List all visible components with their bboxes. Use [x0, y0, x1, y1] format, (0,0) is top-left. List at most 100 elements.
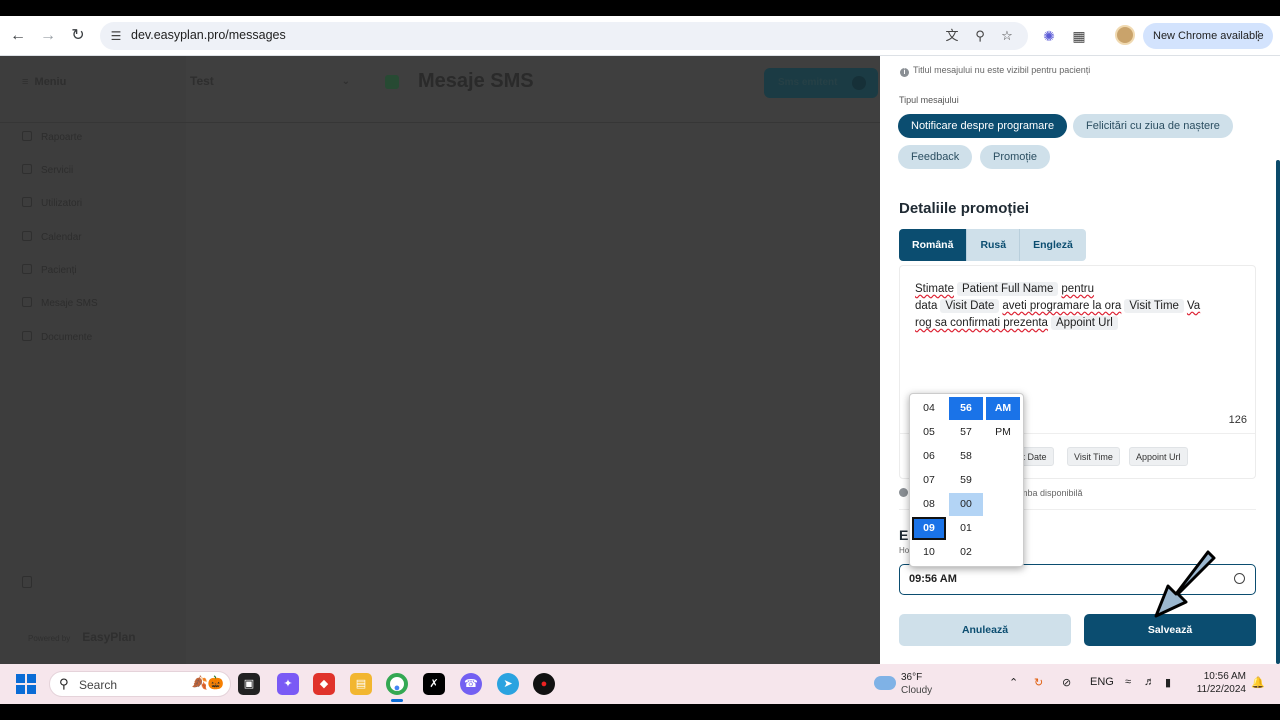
battery-icon[interactable]: ▮ — [1165, 676, 1171, 689]
sync-icon[interactable]: ↻ — [1034, 676, 1043, 689]
extension-spark-icon[interactable]: ✺ — [1038, 25, 1060, 47]
minute-option-hovered[interactable]: 00 — [949, 493, 983, 516]
minute-option[interactable]: 01 — [949, 517, 983, 540]
clock-icon[interactable] — [1234, 573, 1245, 584]
tab-english[interactable]: Engleză — [1020, 229, 1086, 261]
weather-widget[interactable]: 36°F Cloudy — [874, 670, 944, 698]
volume-muted-icon[interactable]: ♬ — [1144, 676, 1155, 688]
section-title: Detaliile promoției — [899, 200, 1030, 217]
page-title: Mesaje SMS — [418, 70, 534, 92]
more-menu-icon[interactable]: ⋮ — [1252, 23, 1265, 49]
type-chip-promotion[interactable]: Promoție — [980, 145, 1051, 169]
minute-option[interactable]: 58 — [949, 445, 983, 468]
minute-option[interactable]: 02 — [949, 541, 983, 564]
variable-tag[interactable]: Appoint Url — [1050, 316, 1118, 330]
hour-option[interactable]: 08 — [912, 493, 946, 516]
task-view-icon[interactable]: ▣ — [238, 673, 260, 695]
recorder-icon[interactable]: ● — [533, 673, 555, 695]
sidebar-item-patients[interactable]: Pacienți — [22, 264, 77, 276]
time-picker-popup: 04 05 06 07 08 09 10 56 57 58 59 00 01 0… — [909, 393, 1024, 567]
panel-scrollbar[interactable] — [1276, 160, 1280, 664]
weather-desc: Cloudy — [901, 685, 933, 696]
system-clock[interactable]: 10:56 AM 11/22/2024 — [1190, 670, 1246, 696]
file-explorer-icon[interactable]: ▤ — [350, 673, 372, 695]
sidebar-item-label: Servicii — [41, 165, 74, 176]
notification-bell-icon[interactable]: 🔔 — [1251, 676, 1265, 689]
hour-option-selected[interactable]: 09 — [912, 517, 946, 540]
hour-option[interactable]: 05 — [912, 421, 946, 444]
chrome-update-label: New Chrome available — [1153, 30, 1264, 42]
address-bar[interactable]: ☰ dev.easyplan.pro/messages 文 ⚲ ☆ — [100, 22, 1028, 50]
bookmark-star-icon[interactable]: ☆ — [998, 27, 1016, 45]
forward-icon[interactable]: → — [37, 25, 59, 47]
network-off-icon[interactable]: ⊘ — [1062, 676, 1071, 689]
extensions-puzzle-icon[interactable]: ▦ — [1068, 25, 1090, 47]
minute-option[interactable]: 59 — [949, 469, 983, 492]
hour-option[interactable]: 04 — [912, 397, 946, 420]
sidebar-item-users[interactable]: Utilizatori — [22, 197, 82, 209]
anydesk-icon[interactable]: ◆ — [313, 673, 335, 695]
calendar-icon — [22, 231, 32, 241]
meridiem-option[interactable]: PM — [986, 421, 1020, 444]
input-language[interactable]: ENG — [1090, 676, 1114, 688]
chrome-update-button[interactable]: New Chrome available ⋮ — [1143, 23, 1273, 49]
hour-option[interactable]: 10 — [912, 541, 946, 564]
viber-icon[interactable]: ☎ — [460, 673, 482, 695]
type-chip-birthday[interactable]: Felicitări cu ziua de naștere — [1073, 114, 1233, 138]
wifi-icon[interactable]: ≈ — [1125, 676, 1131, 688]
cancel-button[interactable]: Anulează — [899, 614, 1071, 646]
address-url[interactable]: dev.easyplan.pro/messages — [131, 28, 286, 42]
meridiem-column[interactable]: AM PM — [986, 397, 1020, 445]
sidebar-item-sms[interactable]: Mesaje SMS — [22, 297, 98, 309]
sidebar-item-documents[interactable]: Documente — [22, 331, 92, 343]
copilot-icon[interactable]: ✦ — [277, 673, 299, 695]
variable-tag[interactable]: Visit Date — [940, 299, 1000, 313]
site-settings-icon[interactable]: ☰ — [108, 28, 124, 44]
translate-icon[interactable]: 文 — [943, 27, 961, 45]
taskbar-search[interactable]: ⚲ Search 🍂🎃 — [49, 671, 231, 697]
meridiem-option-selected[interactable]: AM — [986, 397, 1020, 420]
hour-column[interactable]: 04 05 06 07 08 09 10 — [912, 397, 946, 565]
sidebar-item-services[interactable]: Servicii — [22, 164, 73, 176]
capcut-icon[interactable]: ✗ — [423, 673, 445, 695]
hour-option[interactable]: 07 — [912, 469, 946, 492]
sidebar-item-label: Rapoarte — [41, 132, 83, 143]
powered-by: Powered by EasyPlan — [28, 630, 136, 644]
windows-taskbar: ⚲ Search 🍂🎃 ▣ ✦ ◆ ▤ ● ✗ ☎ ➤ ● 36°F Cloud… — [0, 664, 1280, 704]
tray-chevron-up-icon[interactable]: ⌃ — [1009, 676, 1018, 689]
tab-russian[interactable]: Rusă — [967, 229, 1021, 261]
brand-logo: EasyPlan — [82, 630, 136, 644]
type-chip-feedback[interactable]: Feedback — [898, 145, 973, 169]
hour-option[interactable]: 06 — [912, 445, 946, 468]
insert-visit-time-button[interactable]: Visit Time — [1067, 447, 1120, 466]
window-top-bar — [0, 0, 1280, 16]
type-chip-appointment[interactable]: Notificare despre programare — [898, 114, 1068, 138]
language-tabs: Română Rusă Engleză — [899, 229, 1086, 261]
telegram-icon[interactable]: ➤ — [497, 673, 519, 695]
sidebar-item-reports[interactable]: Rapoarte — [22, 131, 82, 143]
minute-option-selected[interactable]: 56 — [949, 397, 983, 420]
chrome-icon[interactable]: ● — [386, 673, 408, 695]
patients-icon — [22, 264, 32, 274]
menu-toggle[interactable]: ≡ Meniu — [22, 76, 66, 88]
browser-toolbar: ← → ↻ ☰ dev.easyplan.pro/messages 文 ⚲ ☆ … — [0, 16, 1280, 56]
sms-sender-button[interactable]: Sms emitent — [764, 68, 878, 98]
clock-date: 11/22/2024 — [1196, 684, 1246, 695]
sidebar-item-calendar[interactable]: Calendar — [22, 231, 82, 243]
variable-tag[interactable]: Patient Full Name — [957, 282, 1059, 296]
profile-avatar[interactable] — [1115, 25, 1135, 45]
users-icon — [22, 197, 32, 207]
logout-icon[interactable] — [22, 576, 32, 588]
minute-column[interactable]: 56 57 58 59 00 01 02 — [949, 397, 983, 565]
minute-option[interactable]: 57 — [949, 421, 983, 444]
windows-start-icon[interactable] — [16, 674, 36, 694]
back-icon[interactable]: ← — [7, 25, 29, 47]
zoom-icon[interactable]: ⚲ — [971, 27, 989, 45]
insert-appoint-url-button[interactable]: Appoint Url — [1129, 447, 1188, 466]
org-selector[interactable]: Test ⌄ — [190, 74, 350, 92]
variable-tag[interactable]: Visit Time — [1124, 299, 1184, 313]
message-text[interactable]: Stimate Patient Full Name pentru data Visit… — [915, 281, 1240, 332]
reload-icon[interactable]: ↻ — [67, 25, 89, 47]
tab-romanian[interactable]: Română — [899, 229, 968, 261]
title-hint: i Titlul mesajului nu este vizibil pentru… — [900, 65, 1090, 77]
